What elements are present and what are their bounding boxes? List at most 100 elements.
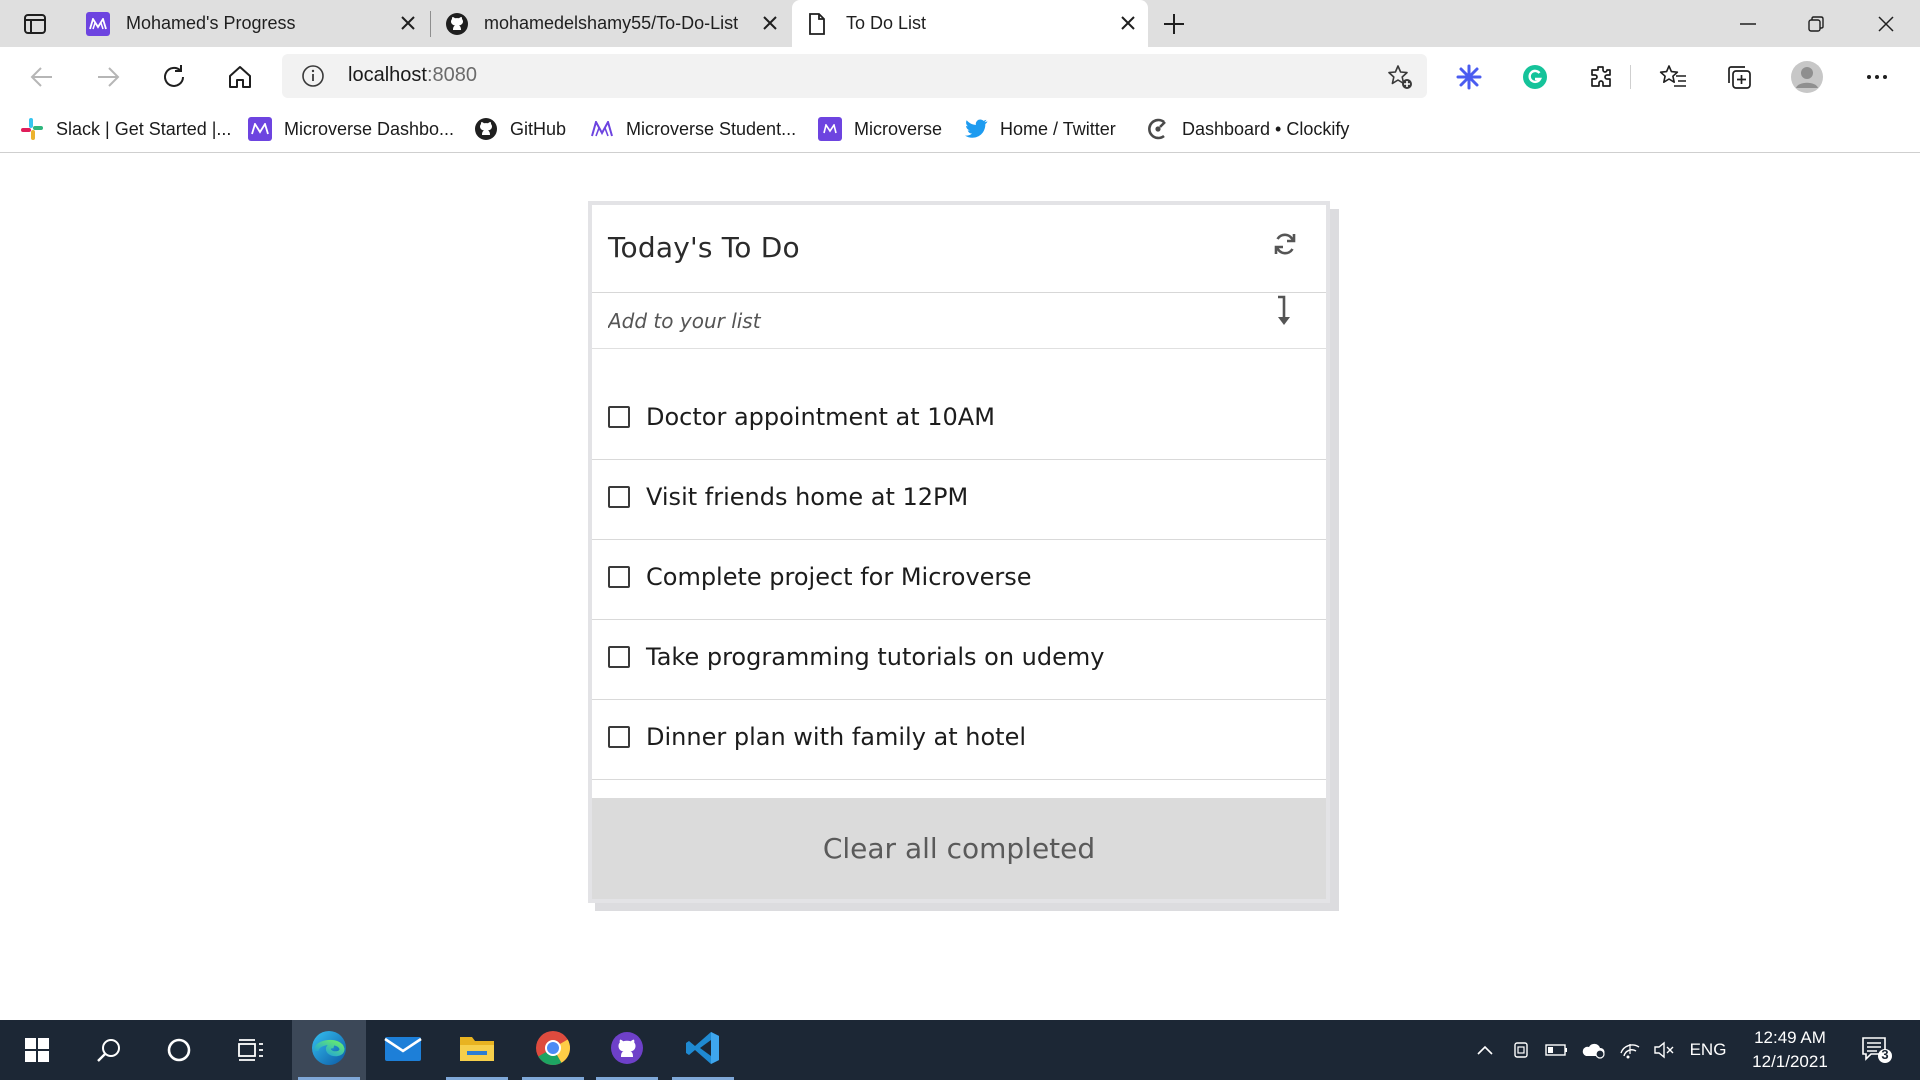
add-favorite-icon[interactable] [1387,64,1413,90]
refresh-icon[interactable] [156,59,192,95]
input-language[interactable]: ENG [1684,1020,1732,1080]
address-url[interactable]: localhost:8080 [348,64,477,87]
list-item: Take programming tutorials on udemy [592,620,1326,700]
add-task-input[interactable] [608,303,1248,339]
bookmark-label: Home / Twitter [1000,118,1116,139]
enter-icon[interactable] [1272,295,1296,331]
slack-icon [20,117,44,141]
tab-github-repo[interactable]: mohamedelshamy55/To-Do-List [434,0,790,47]
close-icon[interactable] [760,13,780,33]
windows-taskbar: ENG 12:49 AM 12/1/2021 3 [0,1020,1920,1080]
taskbar-github-desktop[interactable] [590,1020,664,1080]
taskbar-mail[interactable] [366,1020,440,1080]
tab-title: mohamedelshamy55/To-Do-List [484,13,739,33]
task-label[interactable]: Visit friends home at 12PM [646,483,968,511]
cortana-icon[interactable] [142,1020,216,1080]
list-item: Complete project for Microverse [592,540,1326,620]
task-checkbox[interactable] [608,566,630,588]
task-label[interactable]: Complete project for Microverse [646,563,1032,591]
github-icon [444,11,470,37]
tab-title: To Do List [846,13,927,33]
onedrive-icon[interactable] [1576,1020,1610,1080]
site-info-icon[interactable] [302,65,324,87]
task-checkbox[interactable] [608,486,630,508]
taskbar-vscode[interactable] [666,1020,740,1080]
show-hidden-icons-icon[interactable] [1470,1020,1500,1080]
tab-mohameds-progress[interactable]: Mohamed's Progress [72,0,428,47]
bookmark-twitter[interactable]: Home / Twitter [964,115,1116,143]
close-icon[interactable] [398,13,418,33]
meet-now-icon[interactable] [1506,1020,1536,1080]
task-checkbox[interactable] [608,406,630,428]
collections-icon[interactable] [1722,60,1756,94]
notification-center-icon[interactable]: 3 [1852,1020,1902,1080]
microverse-icon [248,117,272,141]
forward-arrow-icon[interactable] [90,59,126,95]
task-label[interactable]: Doctor appointment at 10AM [646,403,995,431]
list-item: Visit friends home at 12PM [592,460,1326,540]
twitter-icon [964,117,988,141]
todo-list: Doctor appointment at 10AM Visit friends… [592,380,1326,780]
github-desktop-icon [610,1031,644,1070]
more-options-icon[interactable] [1860,60,1894,94]
todo-card: Today's To Do Doctor appointment at 10AM… [588,201,1330,903]
edge-icon [310,1029,348,1072]
bookmark-github[interactable]: GitHub [474,115,566,143]
bookmark-label: Dashboard • Clockify [1182,118,1350,139]
taskbar-clock[interactable]: 12:49 AM 12/1/2021 [1734,1026,1846,1074]
bookmark-label: GitHub [510,118,567,139]
task-label[interactable]: Dinner plan with family at hotel [646,723,1026,751]
url-host: localhost [348,64,427,86]
task-checkbox[interactable] [608,726,630,748]
tab-actions-icon[interactable] [14,10,56,38]
github-icon [474,117,498,141]
taskbar-chrome[interactable] [516,1020,590,1080]
close-window-icon[interactable] [1852,0,1920,47]
page-viewport: Today's To Do Doctor appointment at 10AM… [0,154,1920,1020]
bookmark-microverse-student[interactable]: Microverse Student... [590,115,796,143]
clockify-icon [1146,117,1170,141]
microverse-icon [590,117,614,141]
tab-to-do-list[interactable]: To Do List [792,0,1148,47]
bookmark-label: Slack | Get Started |... [56,118,232,139]
task-label[interactable]: Take programming tutorials on udemy [646,643,1104,671]
grammarly-icon[interactable] [1518,60,1552,94]
battery-icon[interactable] [1540,1020,1574,1080]
favorites-icon[interactable] [1656,60,1690,94]
refresh-icon[interactable] [1270,229,1300,259]
home-icon[interactable] [222,59,258,95]
task-view-icon[interactable] [214,1020,288,1080]
tab-divider [430,11,431,37]
wifi-icon[interactable] [1614,1020,1646,1080]
windows-start-icon[interactable] [0,1020,74,1080]
bookmark-microverse[interactable]: Microverse [818,115,942,143]
back-arrow-icon[interactable] [24,59,60,95]
task-checkbox[interactable] [608,646,630,668]
profile-avatar[interactable] [1790,60,1824,94]
folder-icon [459,1033,495,1068]
browser-tab-strip: Mohamed's Progress mohamedelshamy55/To-D… [0,0,1920,47]
clear-completed-button[interactable]: Clear all completed [592,798,1326,899]
tab-title: Mohamed's Progress [126,13,296,33]
extensions-icon[interactable] [1584,60,1618,94]
browser-toolbar: localhost:8080 [0,47,1920,105]
bookmark-slack[interactable]: Slack | Get Started |... [20,115,231,143]
mail-icon [384,1034,422,1067]
minimize-icon[interactable] [1714,0,1782,47]
todo-header: Today's To Do [592,205,1326,293]
address-bar[interactable]: localhost:8080 [282,54,1427,98]
restore-icon[interactable] [1782,0,1850,47]
clock-date: 12/1/2021 [1752,1052,1828,1071]
volume-muted-icon[interactable] [1648,1020,1680,1080]
url-port: :8080 [426,64,477,86]
new-tab-icon[interactable] [1160,10,1188,38]
taskbar-edge[interactable] [292,1020,366,1080]
bookmark-label: Microverse Dashbo... [284,118,455,139]
close-icon[interactable] [1118,13,1138,33]
bookmark-clockify[interactable]: Dashboard • Clockify [1146,115,1349,143]
extension-snowflake-icon[interactable] [1452,60,1486,94]
search-icon[interactable] [72,1020,146,1080]
taskbar-file-explorer[interactable] [440,1020,514,1080]
page-icon [806,12,828,36]
bookmark-microverse-dashboard[interactable]: Microverse Dashbo... [248,115,454,143]
